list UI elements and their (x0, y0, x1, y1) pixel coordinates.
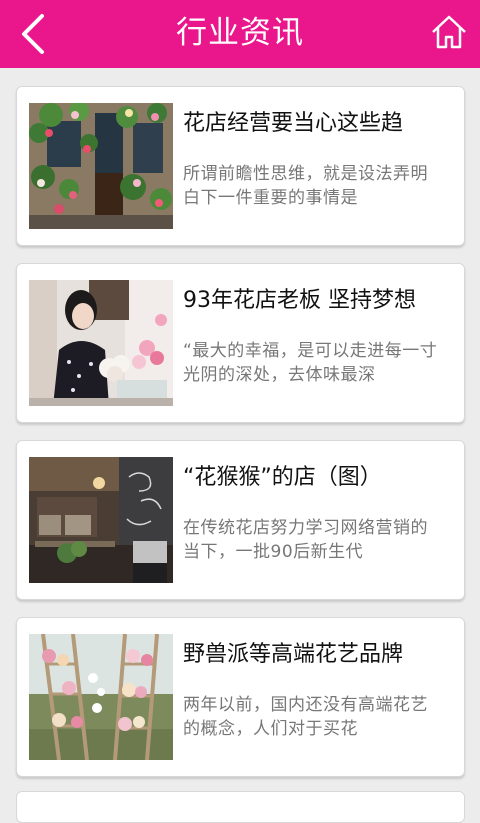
news-summary: 在传统花店努力学习网络营销的当下，一批90后新生代 (183, 518, 428, 562)
page-title: 行业资讯 (176, 15, 304, 51)
top-app-bar: 行业资讯 (0, 0, 480, 68)
news-title: 野兽派等高端花艺品牌 (183, 642, 404, 667)
news-title: 花店经营要当心这些趋 (183, 111, 404, 136)
news-title: “花猴猴”的店（图） (183, 465, 382, 490)
news-title: 93年花店老板 坚持梦想 (183, 288, 416, 313)
news-thumbnail (29, 634, 173, 760)
news-summary: 两年以前，国内还没有高端花艺的概念，人们对于买花 (183, 695, 428, 739)
news-card[interactable]: “花猴猴”的店（图） 在传统花店努力学习网络营销的当下，一批90后新生代 (16, 440, 465, 600)
news-card[interactable]: 93年花店老板 坚持梦想 “最大的幸福，是可以走进每一寸光阴的深处，去体味最深 (16, 263, 465, 423)
news-thumbnail (29, 280, 173, 406)
news-summary: “最大的幸福，是可以走进每一寸光阴的深处，去体味最深 (183, 341, 438, 385)
home-icon (432, 15, 466, 49)
news-card-partial[interactable] (16, 791, 465, 823)
news-summary: 所谓前瞻性思维，就是设法弄明白下一件重要的事情是 (183, 164, 428, 208)
home-button[interactable] (430, 13, 468, 51)
news-card[interactable]: 花店经营要当心这些趋 所谓前瞻性思维，就是设法弄明白下一件重要的事情是 (16, 86, 465, 246)
news-thumbnail (29, 457, 173, 583)
news-thumbnail (29, 103, 173, 229)
news-card[interactable]: 野兽派等高端花艺品牌 两年以前，国内还没有高端花艺的概念，人们对于买花 (16, 617, 465, 777)
